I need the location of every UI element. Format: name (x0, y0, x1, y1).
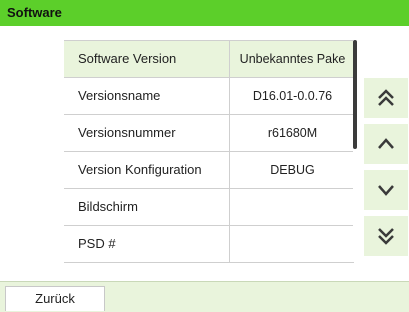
row-value: r61680M (267, 126, 318, 140)
table-row[interactable]: Version Konfiguration DEBUG (64, 152, 354, 189)
row-value (231, 226, 354, 262)
row-label: Bildschirm (64, 189, 230, 225)
double-chevron-down-icon (378, 228, 394, 245)
page-title: Software (7, 5, 62, 20)
back-button[interactable]: Zurück (5, 286, 105, 311)
chevron-down-icon (378, 185, 394, 196)
page-down-button[interactable] (364, 216, 408, 256)
title-bar: Software (0, 0, 409, 26)
row-value (231, 189, 354, 225)
line-down-button[interactable] (364, 170, 408, 210)
table-row[interactable]: PSD # (64, 226, 354, 263)
table-row[interactable]: Bildschirm (64, 189, 354, 226)
row-label: Version Konfiguration (64, 152, 230, 188)
row-label: Versionsname (64, 78, 230, 114)
row-value: Unbekanntes Pake (239, 52, 346, 66)
row-value: DEBUG (270, 163, 315, 177)
row-value: D16.01-0.0.76 (252, 89, 333, 103)
table-row[interactable]: Versionsname D16.01-0.0.76 (64, 78, 354, 115)
row-label: PSD # (64, 226, 230, 262)
double-chevron-up-icon (378, 89, 394, 106)
line-up-button[interactable] (364, 124, 408, 164)
software-info-table: Software Version Unbekanntes Pake Versio… (64, 40, 354, 263)
scrollbar-thumb[interactable] (353, 40, 357, 149)
chevron-up-icon (378, 138, 394, 149)
row-label: Versionsnummer (64, 115, 230, 151)
row-label: Software Version (64, 41, 230, 77)
table-row[interactable]: Software Version Unbekanntes Pake (64, 41, 354, 78)
table-row[interactable]: Versionsnummer r61680M (64, 115, 354, 152)
page-up-button[interactable] (364, 78, 408, 118)
